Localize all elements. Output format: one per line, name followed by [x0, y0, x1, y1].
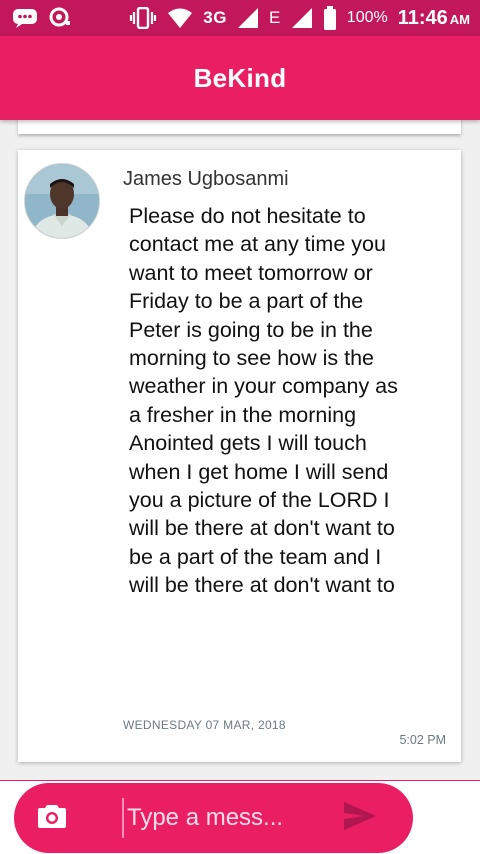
- status-bar: 3G E 100% 11:46 AM: [0, 0, 480, 36]
- vibrate-icon: [129, 7, 157, 29]
- sender-name: James Ugbosanmi: [123, 168, 289, 190]
- signal-icon: [237, 7, 259, 29]
- network-type-secondary: E: [268, 8, 281, 27]
- send-button[interactable]: [340, 798, 380, 838]
- status-bar-right: 3G E 100% 11:46 AM: [129, 6, 470, 30]
- message-composer: [14, 783, 413, 853]
- message-text: Please do not hesitate to contact me at …: [129, 204, 398, 598]
- avatar[interactable]: [24, 163, 100, 239]
- camera-icon: [37, 803, 67, 834]
- clock-ampm: AM: [449, 11, 470, 27]
- chat-icon: [12, 8, 38, 28]
- wifi-icon: [167, 7, 193, 29]
- clock-time: 11:46: [397, 6, 448, 29]
- battery-percent: 100%: [346, 9, 388, 26]
- location-icon: [48, 7, 72, 29]
- battery-icon: [323, 6, 337, 30]
- status-bar-left: [12, 7, 72, 29]
- message-card[interactable]: James Ugbosanmi Please do not hesitate t…: [18, 150, 461, 762]
- camera-button[interactable]: [34, 800, 70, 836]
- app-bar: BeKind: [0, 36, 480, 120]
- send-icon: [343, 801, 377, 836]
- signal-icon: [291, 7, 313, 29]
- message-time: 5:02 PM: [399, 733, 446, 747]
- message-input[interactable]: [122, 798, 327, 838]
- clock: 11:46 AM: [398, 7, 470, 30]
- network-type: 3G: [203, 8, 227, 27]
- app-title: BeKind: [193, 62, 287, 93]
- message-date: WEDNESDAY 07 MAR, 2018: [123, 718, 286, 732]
